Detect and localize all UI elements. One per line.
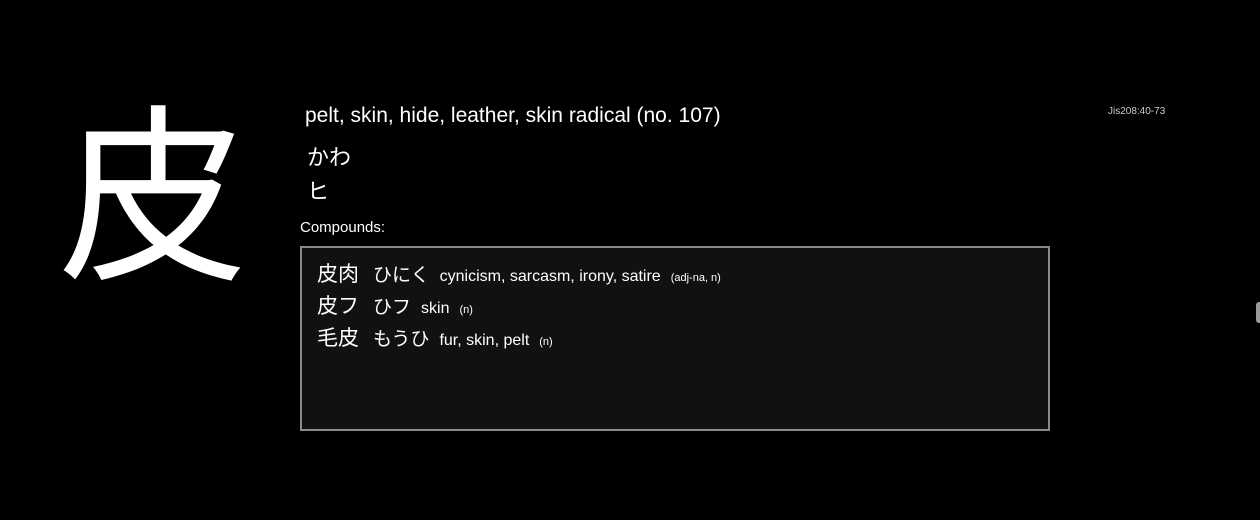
- kanji-meaning: pelt, skin, hide, leather, skin radical …: [305, 104, 721, 127]
- list-item: 皮フ ひフ skin (n): [317, 290, 473, 320]
- kanji-character: 皮: [58, 89, 249, 310]
- compound-pos: (adj-na, n): [670, 272, 721, 284]
- compound-word: 毛皮: [317, 326, 359, 350]
- compound-word: 皮肉: [317, 262, 359, 286]
- compound-word: 皮フ: [317, 294, 359, 318]
- compound-pos: (n): [459, 304, 473, 316]
- compound-pos: (n): [539, 336, 553, 348]
- compound-reading: ひフ: [373, 296, 412, 318]
- compounds-label: Compounds:: [300, 219, 386, 236]
- kun-reading: かわ: [307, 146, 352, 171]
- compound-reading: ひにく: [373, 264, 430, 286]
- jis-code: Jis208:40-73: [1108, 106, 1166, 117]
- list-item: 皮肉 ひにく cynicism, sarcasm, irony, satire …: [317, 258, 721, 288]
- compounds-list[interactable]: 皮肉 ひにく cynicism, sarcasm, irony, satire …: [300, 246, 1050, 431]
- scrollbar-handle[interactable]: [1256, 302, 1260, 323]
- compound-gloss: skin: [421, 300, 450, 317]
- compound-reading: もうひ: [373, 328, 430, 350]
- compound-gloss: cynicism, sarcasm, irony, satire: [439, 268, 661, 285]
- on-reading: ヒ: [307, 180, 330, 205]
- compound-gloss: fur, skin, pelt: [439, 332, 530, 349]
- list-item: 毛皮 もうひ fur, skin, pelt (n): [317, 322, 553, 352]
